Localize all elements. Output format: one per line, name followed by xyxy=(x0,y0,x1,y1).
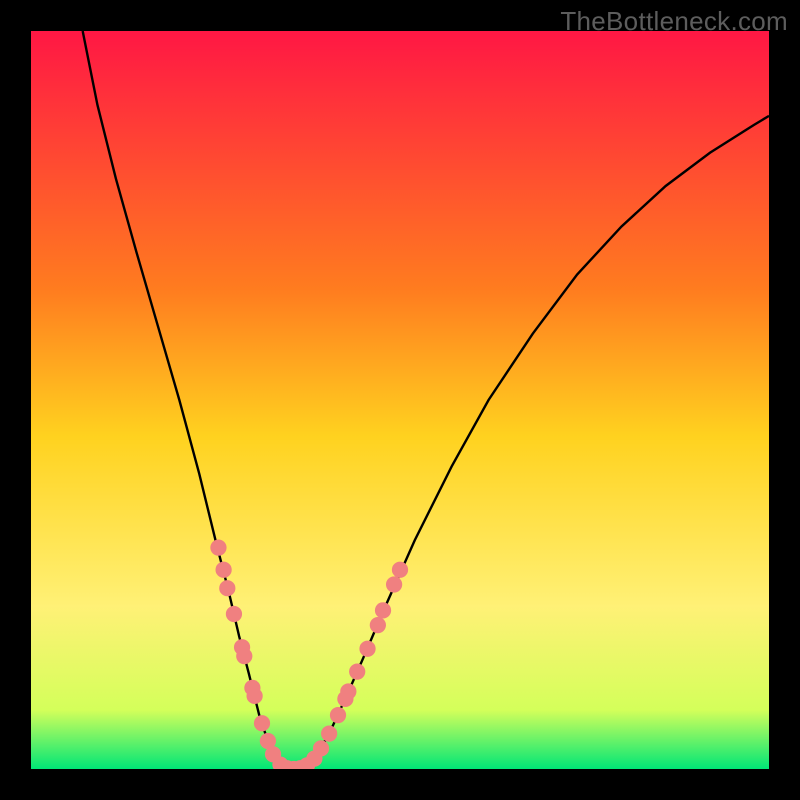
chart-svg xyxy=(31,31,769,769)
data-marker xyxy=(313,740,329,756)
gradient-background xyxy=(31,31,769,769)
data-marker xyxy=(349,663,365,679)
data-marker xyxy=(386,576,402,592)
chart-plot-area xyxy=(31,31,769,769)
data-marker xyxy=(359,641,375,657)
data-marker xyxy=(219,580,235,596)
data-marker xyxy=(210,539,226,555)
data-marker xyxy=(236,648,252,664)
data-marker xyxy=(246,688,262,704)
data-marker xyxy=(392,562,408,578)
watermark-text: TheBottleneck.com xyxy=(560,6,788,37)
data-marker xyxy=(226,606,242,622)
data-marker xyxy=(340,683,356,699)
data-marker xyxy=(321,725,337,741)
data-marker xyxy=(330,707,346,723)
data-marker xyxy=(254,715,270,731)
data-marker xyxy=(216,562,232,578)
data-marker xyxy=(370,617,386,633)
data-marker xyxy=(375,602,391,618)
